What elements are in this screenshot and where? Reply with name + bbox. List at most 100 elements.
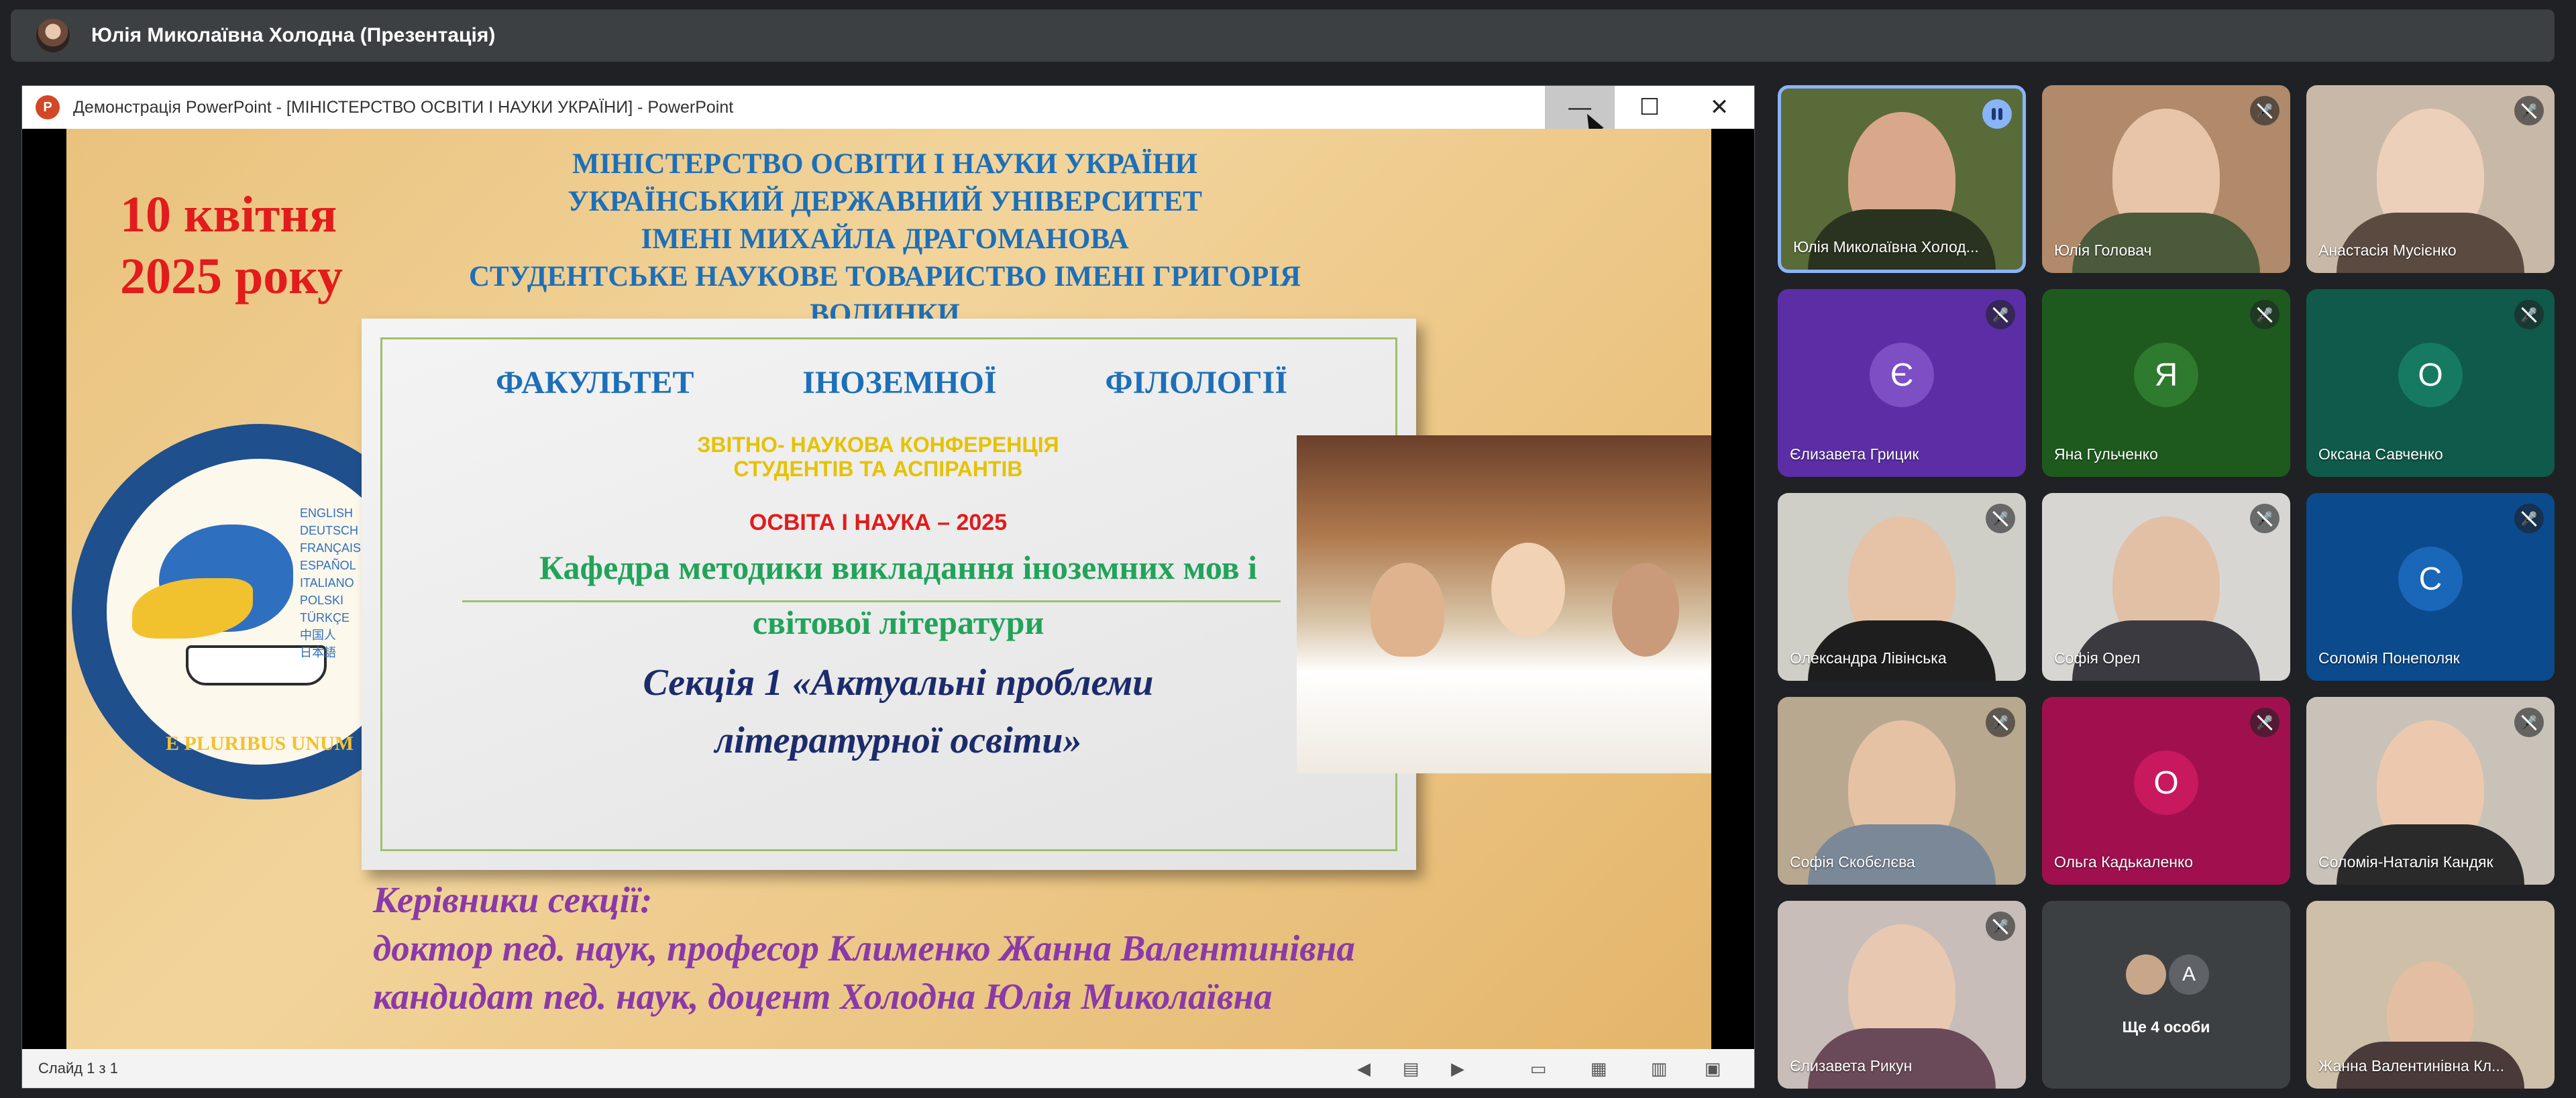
participant-tile[interactable]: Юлія Миколаївна Холод...	[1778, 85, 2026, 273]
participant-initial: О	[2134, 751, 2198, 815]
participant-tile[interactable]: О 🎤 Оксана Савченко	[2306, 289, 2555, 477]
window-title: Демонстрація PowerPoint - [МІНІСТЕРСТВО …	[73, 97, 734, 117]
child-figure	[1371, 563, 1444, 657]
participant-tile[interactable]: Є 🎤 Єлизавета Грицик	[1778, 289, 2026, 477]
participant-tile[interactable]: Я 🎤 Яна Гульченко	[2042, 289, 2290, 477]
osvita-title: ОСВІТА І НАУКА – 2025	[749, 510, 1008, 535]
leader-1: доктор пед. наук, професор Клименко Жанн…	[373, 928, 1355, 969]
faculty-title: ФАКУЛЬТЕТ ІНОЗЕМНОЇ ФІЛОЛОГІЇ	[496, 364, 1287, 401]
slideshow-icon[interactable]: ▣	[1699, 1056, 1726, 1081]
status-bar: Слайд 1 з 1 ◀ ▤ ▶ ▭ ▦ ▥ ▣	[22, 1049, 1754, 1088]
section-line1: Секція 1 «Актуальні проблеми	[643, 662, 1154, 704]
mic-off-icon: 🎤	[2250, 300, 2279, 329]
participant-name: Юлія Миколаївна Холод...	[1793, 238, 1979, 256]
participant-name: Анастасія Мусієнко	[2318, 241, 2457, 259]
logo-lang: DEUTSCH	[300, 524, 359, 537]
participant-name: Жанна Валентинівна Кл...	[2318, 1057, 2505, 1075]
section-line2: літературної освіти»	[714, 720, 1082, 761]
participant-name: Яна Гульченко	[2054, 445, 2158, 463]
divider-line	[462, 600, 1281, 602]
window-titlebar[interactable]: P Демонстрація PowerPoint - [МІНІСТЕРСТВ…	[22, 86, 1754, 135]
kafedra-line1: Кафедра методики викладання іноземних мо…	[539, 549, 1258, 586]
participant-initial: О	[2398, 343, 2463, 407]
participant-tile[interactable]: 🎤 Софія Скобєлєва	[1778, 697, 2026, 885]
mic-off-icon: 🎤	[2514, 300, 2544, 329]
slide-card: ФАКУЛЬТЕТ ІНОЗЕМНОЇ ФІЛОЛОГІЇ ЗВІТНО- НА…	[362, 319, 1416, 870]
participant-name: Оксана Савченко	[2318, 445, 2443, 463]
participant-tile[interactable]: 🎤 Олександра Лівінська	[1778, 493, 2026, 681]
child-figure	[1491, 543, 1565, 637]
ministry-line: СТУДЕНТСЬКЕ НАУКОВЕ ТОВАРИСТВО ІМЕНІ ГРИ…	[468, 261, 1301, 292]
more-participants-label: Ще 4 особи	[2122, 1018, 2210, 1036]
participant-tile[interactable]: О 🎤 Ольга Кадькаленко	[2042, 697, 2290, 885]
participant-initial: Є	[1870, 343, 1934, 407]
participant-name: Юлія Головач	[2054, 241, 2152, 259]
speaking-indicator-icon	[1982, 99, 2012, 129]
participant-avatar: А	[2169, 954, 2209, 995]
date-line2: 2025 року	[120, 248, 343, 305]
presenter-bar: Юлія Миколаївна Холодна (Презентація)	[11, 9, 2555, 62]
slide: 10 квітня 2025 року МІНІСТЕРСТВО ОСВІТИ …	[66, 129, 1711, 1050]
logo-lang: FRANÇAIS	[300, 541, 362, 555]
participant-name: Єлизавета Грицик	[1790, 445, 1919, 463]
participant-name: Соломія Понеполяк	[2318, 649, 2460, 667]
close-button[interactable]: ✕	[1684, 86, 1754, 129]
section-title: Секція 1 «Актуальні проблеми літературно…	[462, 654, 1334, 769]
logo-languages: ENGLISH DEUTSCH FRANÇAIS ESPAÑOL ITALIAN…	[300, 504, 361, 661]
ministry-line: ІМЕНІ МИХАЙЛА ДРАГОМАНОВА	[641, 223, 1129, 255]
mic-off-icon: 🎤	[1986, 708, 2015, 737]
section-leaders: Керівники секції: доктор пед. наук, проф…	[373, 876, 1355, 1021]
participant-tile[interactable]: Жанна Валентинівна Кл...	[2306, 901, 2555, 1089]
mic-off-icon: 🎤	[2250, 96, 2279, 125]
children-reading-photo	[1297, 435, 1711, 773]
ministry-header: МІНІСТЕРСТВО ОСВІТИ І НАУКИ УКРАЇНИ УКРА…	[415, 146, 1354, 333]
participant-name: Олександра Лівінська	[1790, 649, 1947, 667]
powerpoint-app-icon: P	[36, 95, 60, 119]
participant-tile[interactable]: 🎤 Соломія-Наталія Кандяк	[2306, 697, 2555, 885]
mic-off-icon: 🎤	[2514, 96, 2544, 125]
participant-tile[interactable]: 🎤 Анастасія Мусієнко	[2306, 85, 2555, 273]
more-participants-tile[interactable]: А Ще 4 особи	[2042, 901, 2290, 1089]
slide-sorter-icon[interactable]: ▦	[1585, 1056, 1612, 1081]
participant-initial: С	[2398, 547, 2463, 611]
more-avatars: А	[2126, 954, 2209, 995]
mic-off-icon: 🎤	[1986, 300, 2015, 329]
logo-lang: ENGLISH	[300, 506, 354, 520]
reading-view-icon[interactable]: ▥	[1646, 1056, 1672, 1081]
participant-avatar	[2126, 954, 2166, 995]
logo-lang: 中国人	[300, 628, 336, 642]
mic-off-icon: 🎤	[2514, 504, 2544, 533]
participant-name: Софія Орел	[2054, 649, 2141, 667]
leaders-title: Керівники секції:	[373, 879, 653, 920]
participant-tile[interactable]: 🎤 Юлія Головач	[2042, 85, 2290, 273]
maximize-button[interactable]: ☐	[1615, 86, 1684, 129]
ministry-line: МІНІСТЕРСТВО ОСВІТИ І НАУКИ УКРАЇНИ	[572, 148, 1197, 180]
participant-name: Ольга Кадькаленко	[2054, 853, 2194, 871]
participant-tile[interactable]: С 🎤 Соломія Понеполяк	[2306, 493, 2555, 681]
child-figure	[1612, 563, 1679, 657]
minimize-button[interactable]: —	[1545, 86, 1615, 129]
mic-off-icon: 🎤	[1986, 912, 2015, 941]
participant-initial: Я	[2134, 343, 2198, 407]
department-title: Кафедра методики викладання іноземних мо…	[462, 540, 1334, 650]
presenter-avatar	[36, 19, 70, 52]
mic-off-icon: 🎤	[1986, 504, 2015, 533]
presenter-title: Юлія Миколаївна Холодна (Презентація)	[91, 24, 496, 46]
mic-off-icon: 🎤	[2250, 504, 2279, 533]
notes-view-icon[interactable]: ▭	[1525, 1056, 1552, 1081]
slide-menu-icon[interactable]: ▤	[1397, 1056, 1424, 1081]
mic-off-icon: 🎤	[2250, 708, 2279, 737]
participant-tile[interactable]: 🎤 Софія Орел	[2042, 493, 2290, 681]
logo-lang: ITALIANO	[300, 576, 354, 590]
faculty-word: ФІЛОЛОГІЇ	[1105, 365, 1287, 400]
next-slide-icon[interactable]: ▶	[1444, 1056, 1471, 1081]
date-line1: 10 квітня	[120, 186, 337, 243]
participant-tile[interactable]: 🎤 Єлизавета Рикун	[1778, 901, 2026, 1089]
mic-off-icon: 🎤	[2514, 708, 2544, 737]
conference-title: ЗВІТНО- НАУКОВА КОНФЕРЕНЦІЯ СТУДЕНТІВ ТА…	[362, 433, 1395, 481]
ministry-line: УКРАЇНСЬКИЙ ДЕРЖАВНИЙ УНІВЕРСИТЕТ	[568, 186, 1202, 217]
leader-2: кандидат пед. наук, доцент Холодна Юлія …	[373, 976, 1273, 1017]
previous-slide-icon[interactable]: ◀	[1350, 1056, 1377, 1081]
faculty-word: ФАКУЛЬТЕТ	[496, 365, 694, 400]
logo-lang: POLSKI	[300, 594, 344, 607]
